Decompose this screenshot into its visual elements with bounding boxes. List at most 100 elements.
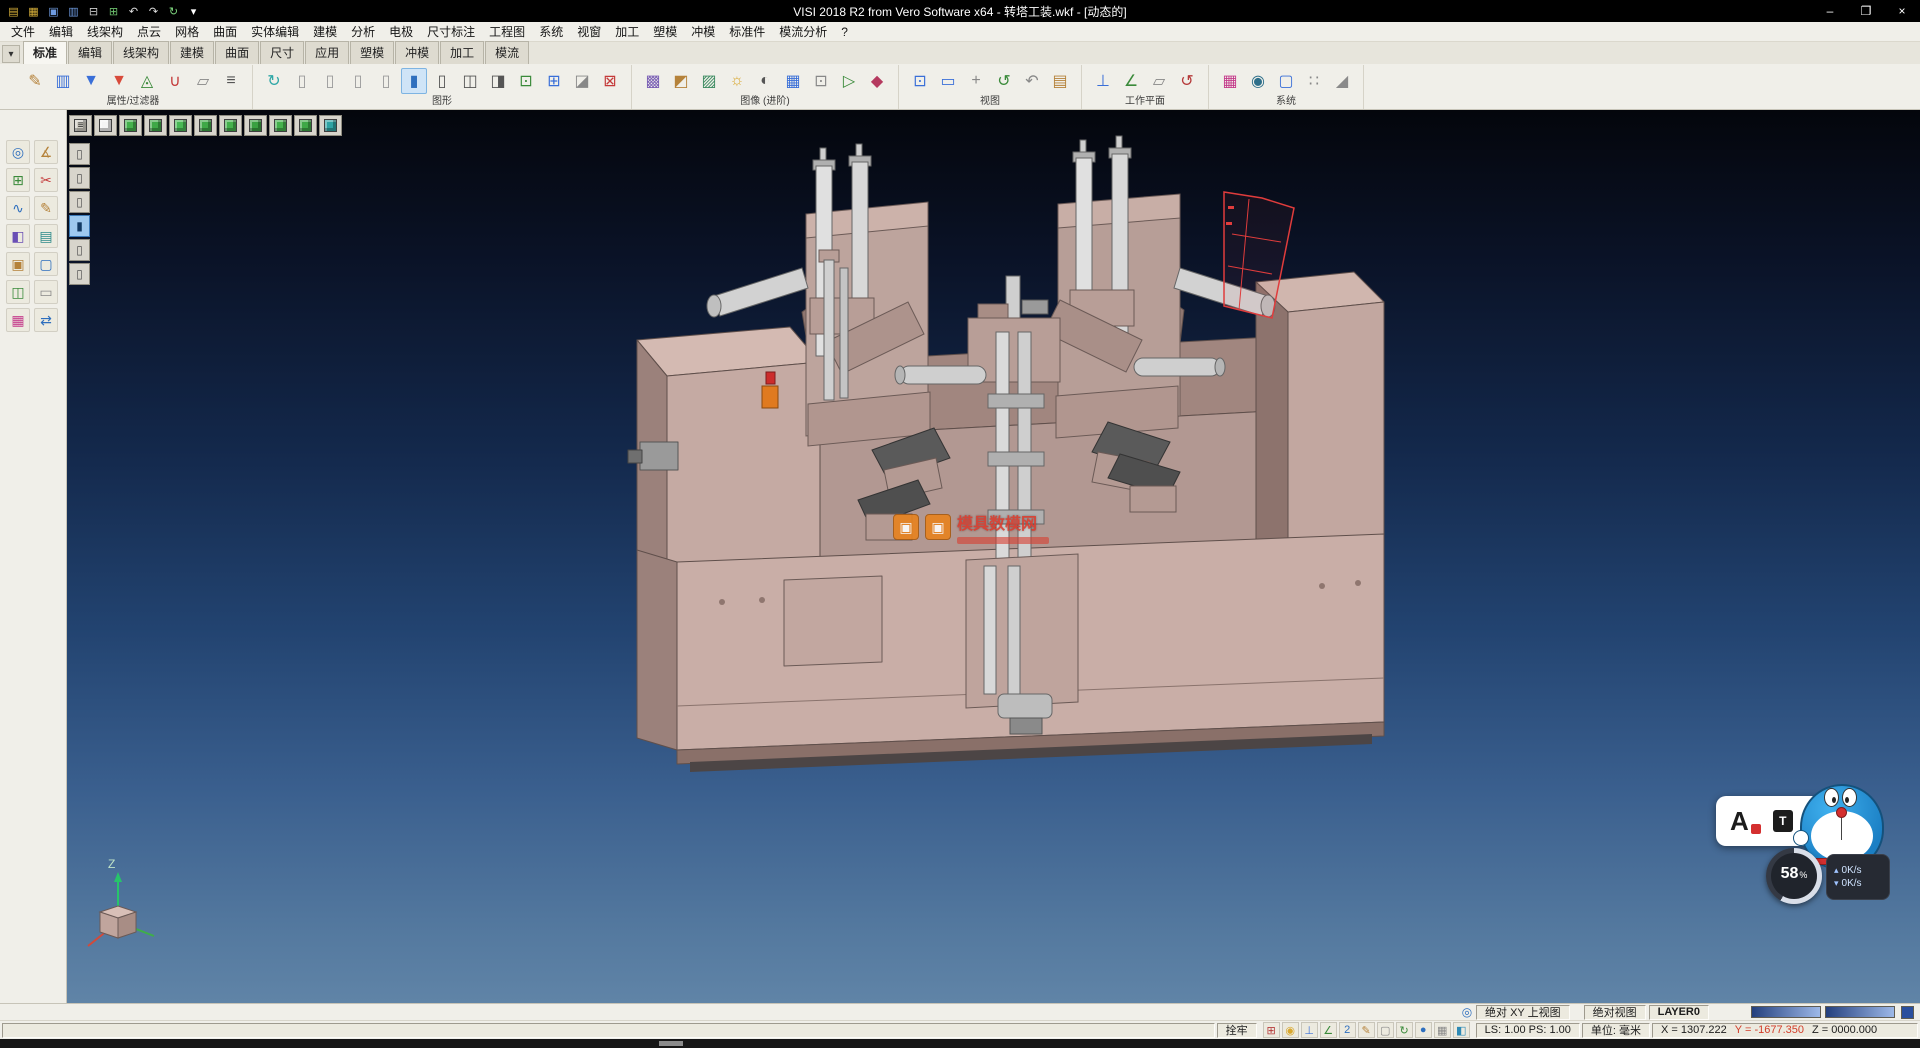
view-reference-indicator[interactable]: 绝对视图 bbox=[1584, 1005, 1646, 1020]
ribbon-tab[interactable]: 曲面 bbox=[215, 41, 259, 64]
view-orientation-indicator[interactable]: 绝对 XY 上视图 bbox=[1476, 1005, 1570, 1020]
view-cube-button[interactable] bbox=[294, 115, 317, 136]
toolbar-icon[interactable]: ▢ bbox=[1273, 68, 1299, 94]
ribbon-tab[interactable]: 建模 bbox=[170, 41, 214, 64]
menu-item[interactable]: 模流分析 bbox=[772, 23, 834, 41]
status-toggle-icon[interactable]: ▢ bbox=[1377, 1022, 1394, 1038]
status-toggle-icon[interactable]: ● bbox=[1415, 1022, 1432, 1038]
toolbar-icon[interactable]: ▯ bbox=[345, 68, 371, 94]
ribbon-tab[interactable]: 模流 bbox=[485, 41, 529, 64]
menu-item[interactable]: 线架构 bbox=[80, 23, 130, 41]
menu-item[interactable]: 尺寸标注 bbox=[420, 23, 482, 41]
menu-item[interactable]: 加工 bbox=[608, 23, 646, 41]
toolbar-icon[interactable]: ◆ bbox=[864, 68, 890, 94]
left-tool-button[interactable]: ▦ bbox=[6, 308, 30, 332]
left-tool-button[interactable]: ▭ bbox=[34, 280, 58, 304]
menu-item[interactable]: 网格 bbox=[168, 23, 206, 41]
toolbar-icon[interactable]: ⊡ bbox=[513, 68, 539, 94]
snap-lock-toggle[interactable]: 拴牢 bbox=[1217, 1023, 1257, 1038]
left-tool-button[interactable]: ▢ bbox=[34, 252, 58, 276]
toolbar-icon[interactable]: ▯ bbox=[373, 68, 399, 94]
view-cube-button[interactable] bbox=[94, 115, 117, 136]
menu-item[interactable]: 冲模 bbox=[684, 23, 722, 41]
menu-item[interactable]: 视窗 bbox=[570, 23, 608, 41]
menu-item[interactable]: 曲面 bbox=[206, 23, 244, 41]
tab-dropdown-icon[interactable]: ▾ bbox=[2, 45, 20, 63]
toolbar-icon[interactable]: ▯ bbox=[289, 68, 315, 94]
quick-access-icon[interactable]: ⊞ bbox=[104, 3, 123, 20]
view-cube-button[interactable] bbox=[219, 115, 242, 136]
toolbar-icon[interactable]: ▮ bbox=[401, 68, 427, 94]
toolbar-icon[interactable]: ⊡ bbox=[907, 68, 933, 94]
toolbar-icon[interactable]: ∠ bbox=[1118, 68, 1144, 94]
title-bar[interactable]: ▤ ▦ ▣ ▥ ⊟ ⊞ ↶ ↷ ↻ ▾ bbox=[0, 0, 1920, 22]
quick-access-icon[interactable]: ▤ bbox=[4, 3, 23, 20]
left-tool-button[interactable]: ⊞ bbox=[6, 168, 30, 192]
toolbar-icon[interactable]: + bbox=[963, 68, 989, 94]
toolbar-icon[interactable]: ∷ bbox=[1301, 68, 1327, 94]
toolbar-icon[interactable]: ◐ bbox=[752, 68, 778, 94]
left-tool-button[interactable]: ◧ bbox=[6, 224, 30, 248]
menu-item[interactable]: 点云 bbox=[130, 23, 168, 41]
toolbar-icon[interactable]: ▼ bbox=[78, 68, 104, 94]
active-layer-indicator[interactable]: LAYER0 bbox=[1649, 1005, 1709, 1020]
toolbar-icon[interactable]: ▼ bbox=[106, 68, 132, 94]
toolbar-icon[interactable]: ⊡ bbox=[808, 68, 834, 94]
color-swatch-1[interactable] bbox=[1751, 1006, 1821, 1018]
menu-item[interactable]: 塑模 bbox=[646, 23, 684, 41]
maximize-button[interactable]: ❐ bbox=[1848, 0, 1884, 22]
render-mode-button[interactable]: ▯ bbox=[69, 191, 90, 213]
menu-item[interactable]: 标准件 bbox=[722, 23, 772, 41]
close-button[interactable]: × bbox=[1884, 0, 1920, 22]
view-cube-button[interactable] bbox=[269, 115, 292, 136]
left-tool-button[interactable]: ▤ bbox=[34, 224, 58, 248]
toolbar-icon[interactable]: ⊠ bbox=[597, 68, 623, 94]
status-toggle-icon[interactable]: ⊥ bbox=[1301, 1022, 1318, 1038]
status-toggle-icon[interactable]: ✎ bbox=[1358, 1022, 1375, 1038]
usage-percent-badge[interactable]: 58 % bbox=[1766, 848, 1822, 904]
toolbar-icon[interactable]: ▨ bbox=[696, 68, 722, 94]
color-swatch-2[interactable] bbox=[1825, 1006, 1895, 1018]
toolbar-icon[interactable]: ▱ bbox=[1146, 68, 1172, 94]
toolbar-icon[interactable]: ↶ bbox=[1019, 68, 1045, 94]
desktop-net-widget[interactable]: A T 58 % ▴ 0K/s ▾ bbox=[1712, 786, 1920, 916]
ribbon-tab[interactable]: 编辑 bbox=[68, 41, 112, 64]
menu-item[interactable]: 建模 bbox=[306, 23, 344, 41]
toolbar-icon[interactable]: ◫ bbox=[457, 68, 483, 94]
render-mode-button[interactable]: ▯ bbox=[69, 143, 90, 165]
toolbar-icon[interactable]: ▩ bbox=[640, 68, 666, 94]
left-tool-button[interactable]: ◎ bbox=[6, 140, 30, 164]
quick-access-icon[interactable]: ↻ bbox=[164, 3, 183, 20]
render-mode-button[interactable]: ▯ bbox=[69, 263, 90, 285]
menu-item[interactable]: 文件 bbox=[4, 23, 42, 41]
units-indicator[interactable]: 单位: 毫米 bbox=[1582, 1023, 1650, 1038]
render-mode-button[interactable]: ▮ bbox=[69, 215, 90, 237]
toolbar-icon[interactable]: ◉ bbox=[1245, 68, 1271, 94]
viewport-3d[interactable]: Z ≡ bbox=[67, 110, 1920, 1003]
quick-access-icon[interactable]: ↷ bbox=[144, 3, 163, 20]
toolbar-icon[interactable]: ☼ bbox=[724, 68, 750, 94]
menu-item[interactable]: 实体编辑 bbox=[244, 23, 306, 41]
status-toggle-icon[interactable]: ∠ bbox=[1320, 1022, 1337, 1038]
status-toggle-icon[interactable]: ◉ bbox=[1282, 1022, 1299, 1038]
toolbar-icon[interactable]: ◩ bbox=[668, 68, 694, 94]
left-tool-button[interactable]: ∿ bbox=[6, 196, 30, 220]
ribbon-tab[interactable]: 塑模 bbox=[350, 41, 394, 64]
status-toggle-icon[interactable]: ⊞ bbox=[1263, 1022, 1280, 1038]
quick-access-icon[interactable]: ⊟ bbox=[84, 3, 103, 20]
status-toggle-icon[interactable]: 2 bbox=[1339, 1022, 1356, 1038]
view-cube-button[interactable] bbox=[169, 115, 192, 136]
locate-icon[interactable]: ◎ bbox=[1458, 1005, 1476, 1019]
scale-indicator[interactable]: LS: 1.00 PS: 1.00 bbox=[1476, 1023, 1580, 1038]
menu-item[interactable]: 编辑 bbox=[42, 23, 80, 41]
view-cube-button[interactable] bbox=[244, 115, 267, 136]
quick-access-icon[interactable]: ▦ bbox=[24, 3, 43, 20]
toolbar-icon[interactable]: ✎ bbox=[22, 68, 48, 94]
toolbar-icon[interactable]: ▯ bbox=[429, 68, 455, 94]
quick-access-icon[interactable]: ▥ bbox=[64, 3, 83, 20]
view-cube-button[interactable] bbox=[194, 115, 217, 136]
cad-model-canvas[interactable]: Z bbox=[67, 110, 1920, 1003]
toolbar-icon[interactable]: ▷ bbox=[836, 68, 862, 94]
toolbar-icon[interactable]: ⊞ bbox=[541, 68, 567, 94]
left-tool-button[interactable]: ⇄ bbox=[34, 308, 58, 332]
